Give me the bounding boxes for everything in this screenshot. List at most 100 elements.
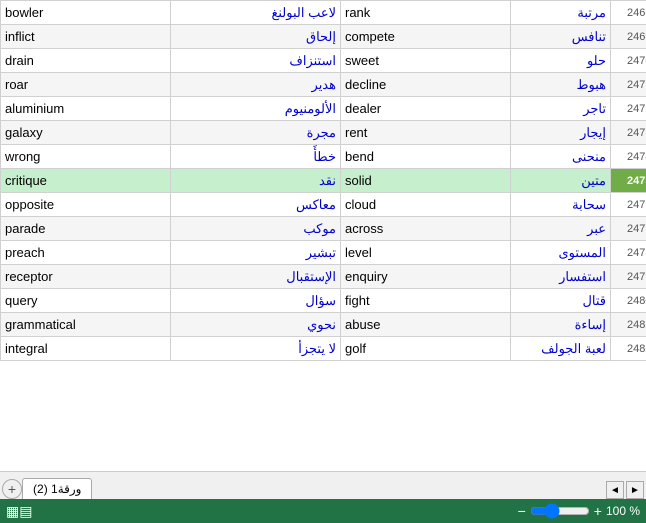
arabic-translation[interactable]: نحوي <box>171 313 341 337</box>
row-number: 2469 <box>611 25 646 49</box>
nav-arrows: ◄ ► <box>606 481 644 499</box>
english-word[interactable]: critique <box>1 169 171 193</box>
arabic-translation[interactable]: استنزاف <box>171 49 341 73</box>
english-word-2[interactable]: level <box>341 241 511 265</box>
english-word-2[interactable]: solid <box>341 169 511 193</box>
arabic-translation-2[interactable]: حلو <box>511 49 611 73</box>
english-word[interactable]: preach <box>1 241 171 265</box>
arabic-translation[interactable]: هدير <box>171 73 341 97</box>
english-word-2[interactable]: golf <box>341 337 511 361</box>
english-word-2[interactable]: across <box>341 217 511 241</box>
arabic-translation-2[interactable]: هبوط <box>511 73 611 97</box>
english-word[interactable]: parade <box>1 217 171 241</box>
arabic-translation[interactable]: سؤال <box>171 289 341 313</box>
arabic-translation-2[interactable]: استفسار <box>511 265 611 289</box>
zoom-in-icon[interactable]: + <box>594 503 602 519</box>
zoom-percent: 100 % <box>606 504 640 518</box>
english-word[interactable]: inflict <box>1 25 171 49</box>
english-word[interactable]: wrong <box>1 145 171 169</box>
english-word-2[interactable]: cloud <box>341 193 511 217</box>
table-row[interactable]: queryسؤالfightقتال2480 <box>1 289 646 313</box>
nav-right-button[interactable]: ► <box>626 481 644 499</box>
table-row[interactable]: drainاستنزافsweetحلو2470 <box>1 49 646 73</box>
data-table: bowlerلاعب البولنغrankمرتبة2468inflictإل… <box>0 0 646 361</box>
table-row[interactable]: integralلا يتجزأgolfلعبة الجولف2482 <box>1 337 646 361</box>
english-word[interactable]: bowler <box>1 1 171 25</box>
grid-icon[interactable]: ▦ <box>6 503 19 520</box>
english-word-2[interactable]: compete <box>341 25 511 49</box>
zoom-controls: − + 100 % <box>518 503 640 519</box>
table-row[interactable]: preachتبشيرlevelالمستوى2478 <box>1 241 646 265</box>
arabic-translation[interactable]: الألومنيوم <box>171 97 341 121</box>
arabic-translation[interactable]: نقد <box>171 169 341 193</box>
table-row[interactable]: bowlerلاعب البولنغrankمرتبة2468 <box>1 1 646 25</box>
table-row[interactable]: grammaticalنحويabuseإساءة2481 <box>1 313 646 337</box>
table-row[interactable]: galaxyمجرةrentإيجار2473 <box>1 121 646 145</box>
arabic-translation-2[interactable]: إيجار <box>511 121 611 145</box>
arabic-translation-2[interactable]: المستوى <box>511 241 611 265</box>
english-word[interactable]: roar <box>1 73 171 97</box>
english-word-2[interactable]: rent <box>341 121 511 145</box>
table-row[interactable]: roarهديرdeclineهبوط2471 <box>1 73 646 97</box>
arabic-translation[interactable]: إلحاق <box>171 25 341 49</box>
row-number: 2478 <box>611 241 646 265</box>
english-word-2[interactable]: decline <box>341 73 511 97</box>
add-sheet-button[interactable]: + <box>2 479 22 499</box>
english-word[interactable]: grammatical <box>1 313 171 337</box>
sheet-tab[interactable]: ورقة1 (2) <box>22 478 92 499</box>
row-number: 2481 <box>611 313 646 337</box>
english-word[interactable]: opposite <box>1 193 171 217</box>
english-word[interactable]: drain <box>1 49 171 73</box>
zoom-slider[interactable] <box>530 503 590 519</box>
tab-row: + ورقة1 (2) ◄ ► <box>0 471 646 499</box>
arabic-translation-2[interactable]: عبر <box>511 217 611 241</box>
scroll-area[interactable]: bowlerلاعب البولنغrankمرتبة2468inflictإل… <box>0 0 646 471</box>
english-word-2[interactable]: bend <box>341 145 511 169</box>
arabic-translation[interactable]: لا يتجزأ <box>171 337 341 361</box>
arabic-translation[interactable]: خطأً <box>171 145 341 169</box>
arabic-translation-2[interactable]: تنافس <box>511 25 611 49</box>
nav-left-button[interactable]: ◄ <box>606 481 624 499</box>
arabic-translation[interactable]: معاكس <box>171 193 341 217</box>
row-number: 2476 <box>611 193 646 217</box>
english-word[interactable]: query <box>1 289 171 313</box>
row-number: 2480 <box>611 289 646 313</box>
table-row[interactable]: aluminiumالألومنيومdealerتاجر2472 <box>1 97 646 121</box>
row-number: 2482 <box>611 337 646 361</box>
english-word-2[interactable]: rank <box>341 1 511 25</box>
english-word-2[interactable]: fight <box>341 289 511 313</box>
english-word[interactable]: integral <box>1 337 171 361</box>
table-row[interactable]: wrongخطأًbendمنحنى2474 <box>1 145 646 169</box>
table-icon[interactable]: ▤ <box>19 503 32 520</box>
row-number: 2474 <box>611 145 646 169</box>
row-number: 2471 <box>611 73 646 97</box>
arabic-translation-2[interactable]: إساءة <box>511 313 611 337</box>
arabic-translation-2[interactable]: منحنى <box>511 145 611 169</box>
row-number: 2472 <box>611 97 646 121</box>
zoom-out-icon[interactable]: − <box>518 503 526 519</box>
table-row[interactable]: receptorالإستقبالenquiryاستفسار2479 <box>1 265 646 289</box>
arabic-translation[interactable]: لاعب البولنغ <box>171 1 341 25</box>
english-word-2[interactable]: abuse <box>341 313 511 337</box>
table-row[interactable]: oppositeمعاكسcloudسحابة2476 <box>1 193 646 217</box>
english-word-2[interactable]: dealer <box>341 97 511 121</box>
arabic-translation[interactable]: موكب <box>171 217 341 241</box>
arabic-translation-2[interactable]: قتال <box>511 289 611 313</box>
arabic-translation[interactable]: تبشير <box>171 241 341 265</box>
english-word-2[interactable]: enquiry <box>341 265 511 289</box>
table-row[interactable]: inflictإلحاقcompeteتنافس2469 <box>1 25 646 49</box>
arabic-translation[interactable]: مجرة <box>171 121 341 145</box>
arabic-translation-2[interactable]: مرتبة <box>511 1 611 25</box>
english-word-2[interactable]: sweet <box>341 49 511 73</box>
arabic-translation[interactable]: الإستقبال <box>171 265 341 289</box>
english-word[interactable]: aluminium <box>1 97 171 121</box>
arabic-translation-2[interactable]: سحابة <box>511 193 611 217</box>
status-bar: ▦ ▤ − + 100 % <box>0 499 646 523</box>
english-word[interactable]: galaxy <box>1 121 171 145</box>
arabic-translation-2[interactable]: متين <box>511 169 611 193</box>
english-word[interactable]: receptor <box>1 265 171 289</box>
table-row[interactable]: paradeموكبacrossعبر2477 <box>1 217 646 241</box>
arabic-translation-2[interactable]: تاجر <box>511 97 611 121</box>
table-row[interactable]: critiqueنقدsolidمتين2475 <box>1 169 646 193</box>
arabic-translation-2[interactable]: لعبة الجولف <box>511 337 611 361</box>
